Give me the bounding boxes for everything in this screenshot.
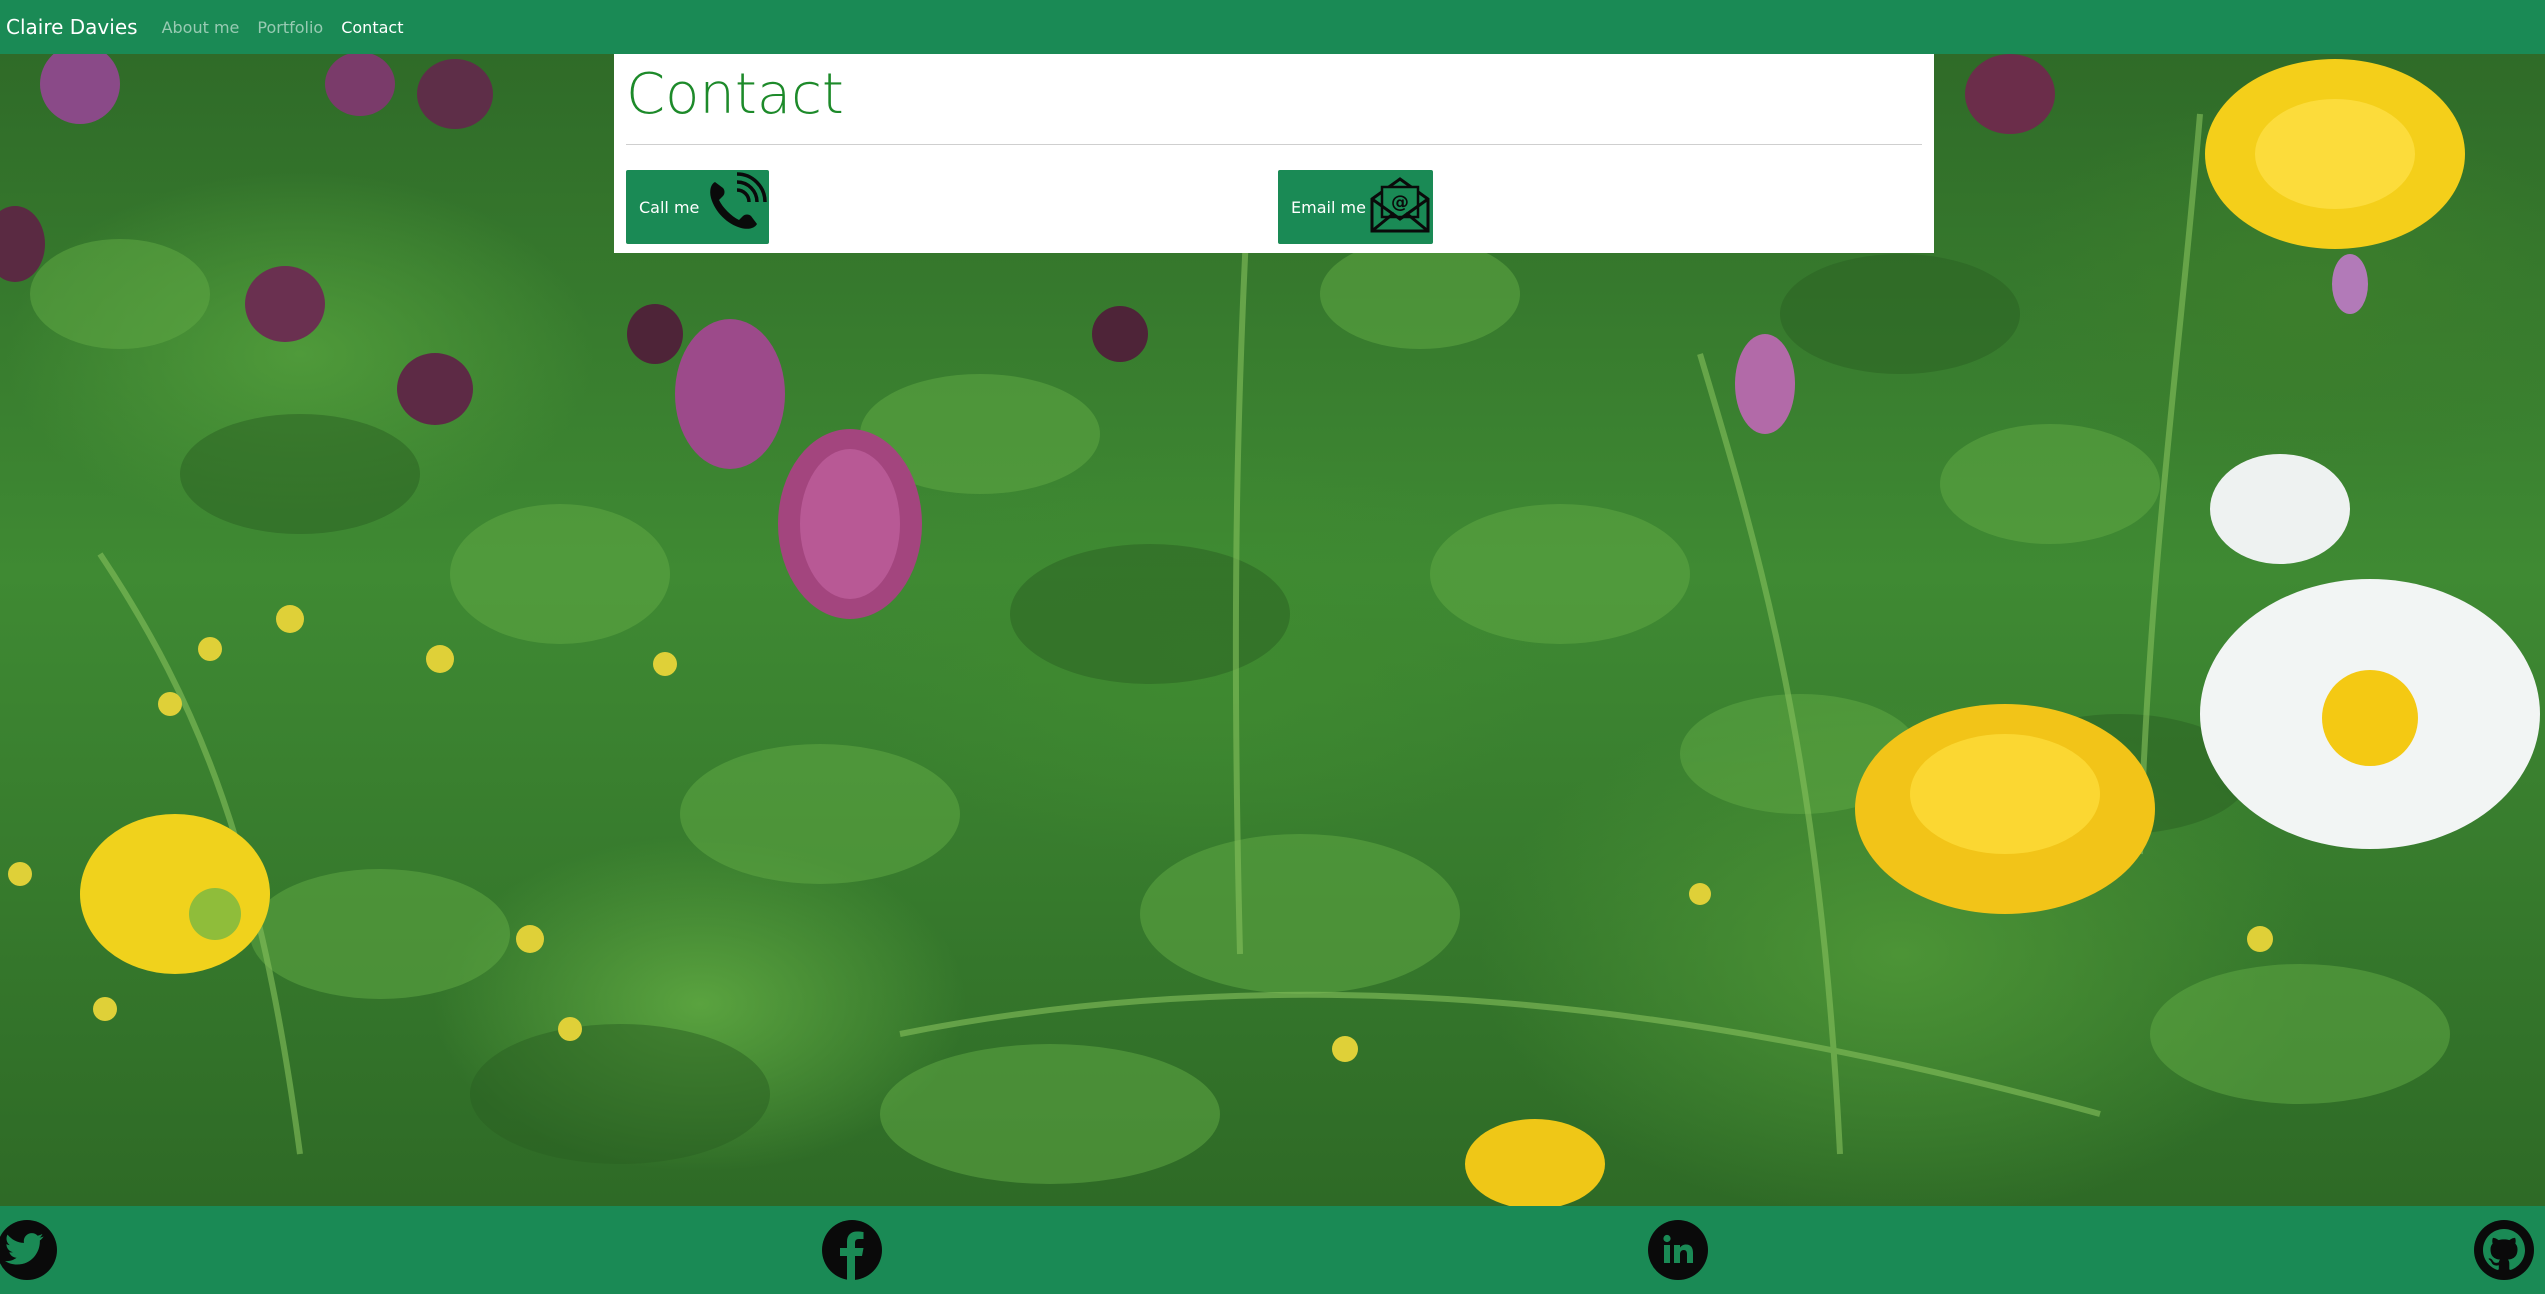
call-me-label: Call me [639,197,700,217]
navbar: Claire Davies About me Portfolio Contact [0,0,2545,54]
envelope-icon: @ [1368,175,1432,239]
title-divider [626,144,1922,145]
at-symbol: @ [1391,192,1409,213]
brand-link[interactable]: Claire Davies [6,15,138,39]
page-title: Contact [626,62,844,127]
nav-link-portfolio[interactable]: Portfolio [257,18,323,37]
nav-link-about-me[interactable]: About me [162,18,240,37]
email-me-label: Email me [1291,197,1366,217]
phone-icon [701,172,768,242]
linkedin-icon[interactable] [1648,1220,1708,1280]
email-me-button[interactable]: Email me @ [1278,170,1433,244]
daisy-flowers [2200,454,2540,849]
contact-panel: Contact Call me Email me @ [614,54,1934,253]
call-me-button[interactable]: Call me [626,170,769,244]
nav-link-contact[interactable]: Contact [341,18,403,37]
facebook-icon[interactable] [822,1220,882,1280]
github-icon[interactable] [2474,1220,2534,1280]
footer [0,1206,2545,1294]
twitter-icon[interactable] [0,1220,57,1280]
